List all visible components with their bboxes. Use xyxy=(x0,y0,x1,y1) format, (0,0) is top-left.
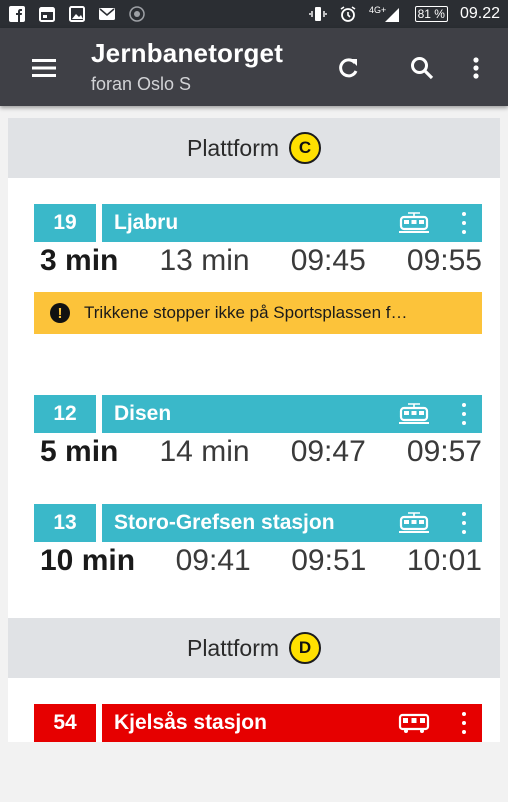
line-number: 12 xyxy=(34,395,96,433)
departure-card[interactable]: 13 Storo-Grefsen stasjon 10 min 09:41 09… xyxy=(34,504,482,588)
departure-card[interactable]: 19 Ljabru 3 min 13 min 09:45 09:55 ! Tri… xyxy=(34,204,482,334)
destination: Storo-Grefsen stasjon xyxy=(102,504,482,542)
destination-label: Kjelsås stasjon xyxy=(114,711,267,734)
departure-time: 09:55 xyxy=(406,244,482,277)
route-bar[interactable]: 54 Kjelsås stasjon xyxy=(34,704,482,742)
notification-icons xyxy=(8,5,146,23)
departure-time: 09:41 xyxy=(175,544,251,577)
vibrate-icon xyxy=(308,5,327,23)
destination-label: Disen xyxy=(114,402,172,425)
destination-label: Storo-Grefsen stasjon xyxy=(114,511,335,534)
departure-menu-icon[interactable] xyxy=(458,210,470,236)
clock: 09.22 xyxy=(459,5,500,22)
tram-icon xyxy=(398,211,430,235)
departure-time: 14 min xyxy=(159,435,250,468)
platform-label: Plattform xyxy=(186,134,280,161)
tram-icon xyxy=(398,402,430,426)
platform-c-departures: 19 Ljabru 3 min 13 min 09:45 09:55 ! Tri… xyxy=(8,178,500,618)
tram-icon xyxy=(398,511,430,535)
next-departure: 3 min xyxy=(40,244,119,277)
departure-time: 09:47 xyxy=(290,435,366,468)
warning-icon: ! xyxy=(50,303,70,323)
platform-d-departures: 54 Kjelsås stasjon xyxy=(8,678,500,742)
departure-menu-icon[interactable] xyxy=(458,710,470,736)
stop-subtitle: foran Oslo S xyxy=(91,74,192,94)
radio-icon xyxy=(128,5,146,23)
departure-times: 5 min 14 min 09:47 09:57 xyxy=(34,435,482,479)
departures-list[interactable]: Plattform C 19 Ljabru 3 min 13 min 09:45… xyxy=(8,118,500,802)
status-bar: 4G+ 81 % 09.22 xyxy=(0,0,508,28)
departure-time: 09:51 xyxy=(291,544,367,577)
destination: Ljabru xyxy=(102,204,482,242)
departure-time: 09:45 xyxy=(290,244,366,277)
departure-time: 10:01 xyxy=(406,544,482,577)
route-bar[interactable]: 13 Storo-Grefsen stasjon xyxy=(34,504,482,542)
line-number: 13 xyxy=(34,504,96,542)
platform-badge: D xyxy=(289,632,322,664)
service-alert[interactable]: ! Trikkene stopper ikke på Sportsplassen… xyxy=(34,292,482,334)
platform-label: Plattform xyxy=(186,634,280,661)
platform-header-d: Plattform D xyxy=(8,618,500,678)
app-toolbar: Jernbanetorget foran Oslo S xyxy=(0,28,508,106)
signal-4g-icon: 4G+ xyxy=(369,5,403,23)
menu-icon[interactable] xyxy=(28,54,62,82)
bus-icon xyxy=(398,711,430,735)
more-vert-icon[interactable] xyxy=(458,50,494,86)
alarm-icon xyxy=(339,5,357,23)
route-bar[interactable]: 19 Ljabru xyxy=(34,204,482,242)
departure-times: 10 min 09:41 09:51 10:01 xyxy=(34,544,482,588)
departure-time: 09:57 xyxy=(406,435,482,468)
stop-title: Jernbanetorget xyxy=(91,38,284,68)
system-status: 4G+ 81 % 09.22 xyxy=(308,5,500,23)
departure-card[interactable]: 54 Kjelsås stasjon xyxy=(34,704,482,742)
calendar-icon xyxy=(38,5,56,23)
next-departure: 5 min xyxy=(40,435,119,468)
route-bar[interactable]: 12 Disen xyxy=(34,395,482,433)
next-departure: 10 min xyxy=(40,544,136,577)
departure-card[interactable]: 12 Disen 5 min 14 min 09:47 09:57 xyxy=(34,395,482,479)
platform-badge: C xyxy=(289,132,322,164)
mail-icon xyxy=(98,5,116,23)
departure-times: 3 min 13 min 09:45 09:55 xyxy=(34,244,482,288)
destination: Kjelsås stasjon xyxy=(102,704,482,742)
departure-time: 13 min xyxy=(159,244,250,277)
facebook-icon xyxy=(8,5,26,23)
destination-label: Ljabru xyxy=(114,211,179,234)
alert-text: Trikkene stopper ikke på Sportsplassen f… xyxy=(84,303,408,322)
line-number: 19 xyxy=(34,204,96,242)
battery-level: 81 % xyxy=(414,6,448,22)
destination: Disen xyxy=(102,395,482,433)
image-icon xyxy=(68,5,86,23)
search-icon[interactable] xyxy=(404,50,440,86)
platform-header-c: Plattform C xyxy=(8,118,500,178)
departure-menu-icon[interactable] xyxy=(458,401,470,427)
svg-text:4G+: 4G+ xyxy=(369,5,386,15)
line-number: 54 xyxy=(34,704,96,742)
departure-menu-icon[interactable] xyxy=(458,510,470,536)
refresh-icon[interactable] xyxy=(330,50,366,86)
